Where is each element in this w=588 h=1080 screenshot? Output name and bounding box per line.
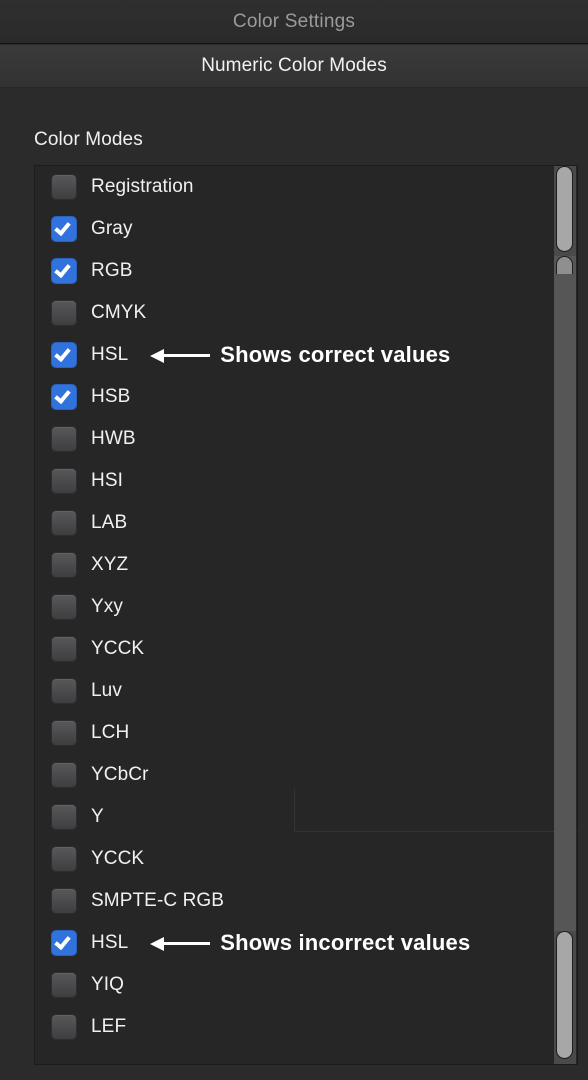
list-item[interactable]: Registration bbox=[35, 166, 577, 208]
checkmark-icon bbox=[54, 218, 71, 237]
section-header-title: Numeric Color Modes bbox=[201, 55, 387, 76]
checkbox-checked-icon[interactable] bbox=[51, 342, 77, 368]
list-item[interactable]: Yxy bbox=[35, 586, 577, 628]
list-item-label: YIQ bbox=[91, 974, 125, 995]
color-modes-list-panel: Registration Gray RGB CMYK HSL Shows correct … bbox=[34, 165, 578, 1065]
checkbox-unchecked-icon[interactable] bbox=[51, 174, 77, 200]
list-item[interactable]: Y bbox=[35, 796, 577, 838]
list-item[interactable]: RGB bbox=[35, 250, 577, 292]
scrollbar-thumb-upper[interactable] bbox=[556, 166, 573, 252]
checkbox-checked-icon[interactable] bbox=[51, 930, 77, 956]
list-item-label: Yxy bbox=[91, 596, 123, 617]
checkmark-icon bbox=[54, 260, 71, 279]
checkbox-unchecked-icon[interactable] bbox=[51, 678, 77, 704]
list-item-label: XYZ bbox=[91, 554, 129, 575]
list-item-label: Luv bbox=[91, 680, 122, 701]
list-item[interactable]: YCCK bbox=[35, 838, 577, 880]
checkbox-unchecked-icon[interactable] bbox=[51, 846, 77, 872]
checkbox-unchecked-icon[interactable] bbox=[51, 762, 77, 788]
annotation: Shows incorrect values bbox=[150, 930, 470, 956]
list-item-label: Registration bbox=[91, 176, 194, 197]
checkbox-unchecked-icon[interactable] bbox=[51, 426, 77, 452]
checkbox-checked-icon[interactable] bbox=[51, 216, 77, 242]
list-item[interactable]: LEF bbox=[35, 1006, 577, 1048]
annotation-text: Shows incorrect values bbox=[220, 930, 471, 955]
checkbox-unchecked-icon[interactable] bbox=[51, 720, 77, 746]
list-item-label: HSL bbox=[91, 932, 129, 953]
list-item[interactable]: HSI bbox=[35, 460, 577, 502]
list-item[interactable]: HSB bbox=[35, 376, 577, 418]
list-item-label: HSL bbox=[91, 344, 129, 365]
list-item-label: YCCK bbox=[91, 848, 145, 869]
list-item-label: YCbCr bbox=[91, 764, 149, 785]
list-item-label: LAB bbox=[91, 512, 128, 533]
list-item-label: YCCK bbox=[91, 638, 145, 659]
checkbox-unchecked-icon[interactable] bbox=[51, 552, 77, 578]
list-item[interactable]: Luv bbox=[35, 670, 577, 712]
list-item[interactable]: LCH bbox=[35, 712, 577, 754]
list-item-label: Y bbox=[91, 806, 104, 827]
annotation-text: Shows correct values bbox=[220, 342, 451, 367]
arrow-shaft bbox=[158, 942, 211, 945]
checkbox-checked-icon[interactable] bbox=[51, 258, 77, 284]
color-modes-group-label: Color Modes bbox=[34, 129, 143, 150]
list-item[interactable]: HSL Shows incorrect values bbox=[35, 922, 577, 964]
scrollbar-thumb-stub[interactable] bbox=[556, 256, 573, 274]
annotation: Shows correct values bbox=[150, 342, 450, 368]
arrow-left-icon bbox=[150, 935, 211, 951]
checkbox-unchecked-icon[interactable] bbox=[51, 972, 77, 998]
arrow-shaft bbox=[158, 354, 211, 357]
list-item-label: SMPTE-C RGB bbox=[91, 890, 225, 911]
list-item[interactable]: XYZ bbox=[35, 544, 577, 586]
section-header: Numeric Color Modes bbox=[0, 45, 588, 88]
checkmark-icon bbox=[54, 932, 71, 951]
scrollbar-thumb-lower[interactable] bbox=[556, 931, 573, 1059]
checkbox-unchecked-icon[interactable] bbox=[51, 594, 77, 620]
list-item[interactable]: YIQ bbox=[35, 964, 577, 1006]
checkbox-unchecked-icon[interactable] bbox=[51, 300, 77, 326]
list-item[interactable]: Gray bbox=[35, 208, 577, 250]
list-item-label: CMYK bbox=[91, 302, 147, 323]
list-item-label: Gray bbox=[91, 218, 133, 239]
list-item-label: HSI bbox=[91, 470, 123, 491]
list-item-label: HSB bbox=[91, 386, 131, 407]
checkmark-icon bbox=[54, 386, 71, 405]
checkmark-icon bbox=[54, 344, 71, 363]
list-item-label: RGB bbox=[91, 260, 133, 281]
scrollbar-track-lower[interactable] bbox=[554, 256, 576, 931]
checkbox-unchecked-icon[interactable] bbox=[51, 510, 77, 536]
list-item[interactable]: YCCK bbox=[35, 628, 577, 670]
checkbox-unchecked-icon[interactable] bbox=[51, 1014, 77, 1040]
window-titlebar: Color Settings bbox=[0, 0, 588, 44]
checkbox-checked-icon[interactable] bbox=[51, 384, 77, 410]
list-item-label: LEF bbox=[91, 1016, 127, 1037]
color-settings-window: Color Settings Numeric Color Modes Color… bbox=[0, 0, 588, 1080]
checkbox-unchecked-icon[interactable] bbox=[51, 888, 77, 914]
checkbox-unchecked-icon[interactable] bbox=[51, 468, 77, 494]
list-item[interactable]: HWB bbox=[35, 418, 577, 460]
color-modes-list: Registration Gray RGB CMYK HSL Shows correct … bbox=[35, 166, 577, 1048]
window-title: Color Settings bbox=[232, 10, 356, 32]
list-item[interactable]: YCbCr bbox=[35, 754, 577, 796]
list-item-label: HWB bbox=[91, 428, 136, 449]
arrow-left-icon bbox=[150, 347, 211, 363]
list-item[interactable]: HSL Shows correct values bbox=[35, 334, 577, 376]
list-item-label: LCH bbox=[91, 722, 130, 743]
list-item[interactable]: CMYK bbox=[35, 292, 577, 334]
checkbox-unchecked-icon[interactable] bbox=[51, 804, 77, 830]
checkbox-unchecked-icon[interactable] bbox=[51, 636, 77, 662]
list-item[interactable]: LAB bbox=[35, 502, 577, 544]
list-item[interactable]: SMPTE-C RGB bbox=[35, 880, 577, 922]
